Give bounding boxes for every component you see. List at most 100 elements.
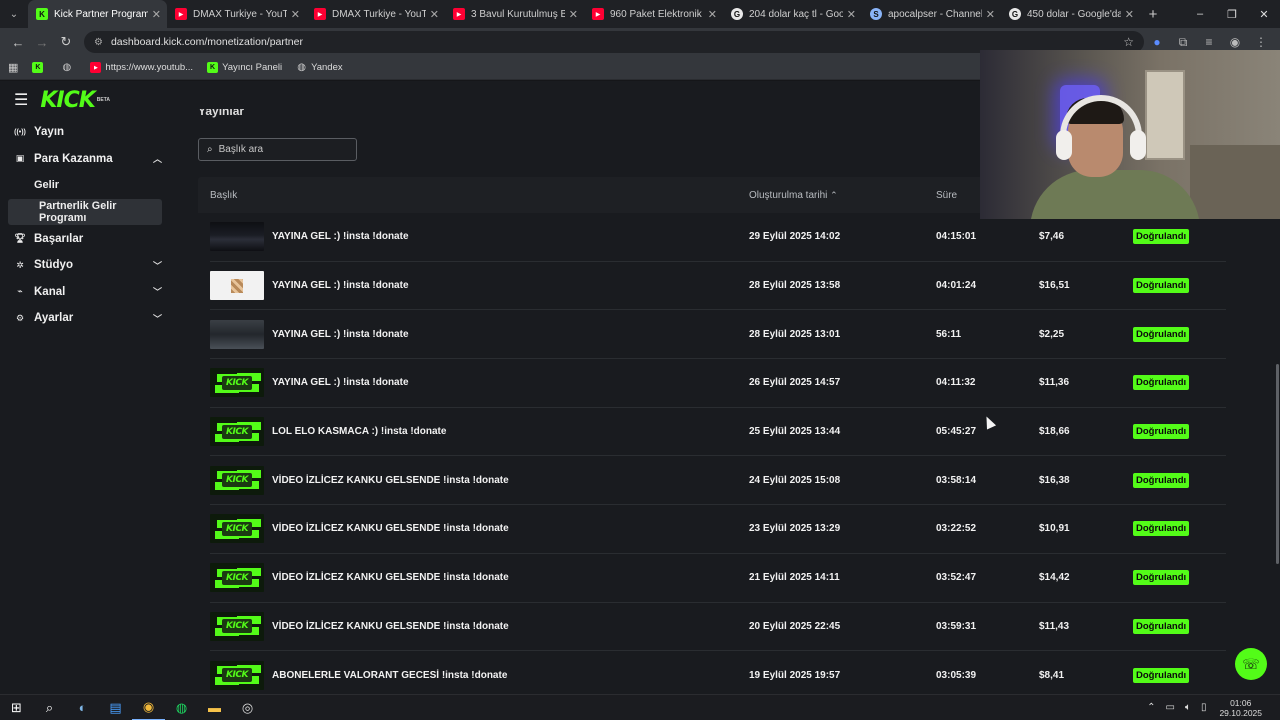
reload-icon[interactable]: ↻ bbox=[54, 30, 78, 54]
tab-close-icon[interactable]: ✕ bbox=[430, 8, 439, 21]
stream-thumbnail[interactable]: KICK bbox=[210, 660, 264, 690]
table-row[interactable]: KICK VİDEO İZLİCEZ KANKU GELSENDE !insta … bbox=[210, 505, 1226, 554]
stream-title[interactable]: YAYINA GEL :) !insta !donate bbox=[272, 280, 409, 291]
bookmark-star-icon[interactable]: ☆ bbox=[1123, 35, 1134, 49]
tab-close-icon[interactable]: ✕ bbox=[708, 8, 717, 21]
stream-thumbnail[interactable] bbox=[210, 222, 264, 252]
close-window-icon[interactable]: ✕ bbox=[1248, 0, 1280, 28]
table-row[interactable]: KICK LOL ELO KASMACA :) !insta !donate 25 … bbox=[210, 408, 1226, 457]
chrome-icon[interactable]: ◉ bbox=[132, 695, 165, 720]
stream-thumbnail[interactable]: KICK bbox=[210, 465, 264, 495]
chevron-down-icon[interactable]: ﹀ bbox=[153, 312, 162, 325]
apps-grid-icon[interactable]: ▦ bbox=[8, 61, 18, 74]
sidebar-item[interactable]: 🏆︎ Başarılar bbox=[0, 225, 190, 252]
browser-tab[interactable]: G 204 dolar kaç tl - Google ✕ bbox=[723, 0, 862, 28]
spotify-icon[interactable]: ◍ bbox=[165, 695, 198, 720]
table-row[interactable]: KICK VİDEO İZLİCEZ KANKU GELSENDE !insta … bbox=[210, 456, 1226, 506]
stream-thumbnail[interactable] bbox=[210, 319, 264, 349]
bookmark-item[interactable]: ◍ bbox=[61, 62, 76, 73]
browser-tab-bar: ⌄ K Kick Partner Program - Ki ✕ ▶ DMAX Turki… bbox=[0, 0, 1280, 28]
bookmark-item[interactable]: ▶ https://www.youtub... bbox=[90, 62, 193, 73]
stream-duration: 04:11:32 bbox=[936, 377, 976, 389]
battery-icon[interactable]: ▯ bbox=[1201, 702, 1207, 713]
stream-title[interactable]: VİDEO İZLİCEZ KANKU GELSENDE !insta !don… bbox=[272, 621, 509, 632]
browser-tab[interactable]: Sapocalpser - Channel Stre ✕ bbox=[862, 0, 1001, 28]
back-icon[interactable]: ← bbox=[6, 30, 30, 54]
obs-icon[interactable]: ◎ bbox=[231, 695, 264, 720]
table-row[interactable]: YAYINA GEL :) !insta !donate 28 Eylül 202… bbox=[210, 310, 1226, 360]
tab-close-icon[interactable]: ✕ bbox=[986, 8, 995, 21]
stream-title[interactable]: VİDEO İZLİCEZ KANKU GELSENDE !insta !don… bbox=[272, 475, 509, 486]
sidebar-item[interactable]: ⚙ Ayarlar ﹀ bbox=[0, 305, 190, 332]
table-row[interactable]: KICK YAYINA GEL :) !insta !donate 26 Eylül… bbox=[210, 359, 1226, 408]
stream-thumbnail[interactable]: KICK bbox=[210, 563, 264, 593]
browser-tab[interactable]: ▶ DMAX Turkiye - YouTube ✕ bbox=[306, 0, 445, 28]
clock[interactable]: 01:06 29.10.2025 bbox=[1219, 698, 1262, 718]
new-tab-button[interactable]: + bbox=[1140, 0, 1166, 28]
scrollbar-thumb[interactable] bbox=[1276, 364, 1279, 564]
stream-title[interactable]: ABONELERLE VALORANT GECESİ !insta !donat… bbox=[272, 670, 507, 681]
bookmark-item[interactable]: K bbox=[32, 62, 47, 73]
windows-start-icon[interactable]: ⊞ bbox=[0, 695, 33, 720]
sidebar-subitem[interactable]: Gelir bbox=[0, 172, 190, 199]
table-row[interactable]: KICK VİDEO İZLİCEZ KANKU GELSENDE !insta … bbox=[210, 554, 1226, 603]
kick-logo[interactable]: KICK bbox=[40, 88, 95, 113]
browser-tab[interactable]: ▶ 3 Bavul Kurutulmuş Balık ✕ bbox=[445, 0, 584, 28]
tab-search-chevron-icon[interactable]: ⌄ bbox=[0, 0, 28, 28]
hamburger-menu-icon[interactable]: ☰ bbox=[14, 90, 28, 110]
stream-earning: $7,46 bbox=[1039, 231, 1065, 243]
column-duration-header[interactable]: Süre bbox=[936, 190, 957, 201]
browser-tab[interactable]: ▶ 960 Paket Elektronik Sigar ✕ bbox=[584, 0, 723, 28]
column-title-header[interactable]: Başlık bbox=[210, 190, 237, 201]
stream-thumbnail[interactable] bbox=[210, 271, 264, 301]
stream-title[interactable]: VİDEO İZLİCEZ KANKU GELSENDE !insta !don… bbox=[272, 572, 509, 583]
bookmark-item[interactable]: K Yayıncı Paneli bbox=[207, 62, 282, 73]
stream-title[interactable]: YAYINA GEL :) !insta !donate bbox=[272, 329, 409, 340]
support-chat-icon[interactable]: ☏ bbox=[1235, 648, 1267, 680]
title-search-box[interactable]: ⌕ bbox=[198, 138, 357, 161]
tab-close-icon[interactable]: ✕ bbox=[847, 8, 856, 21]
table-row[interactable]: YAYINA GEL :) !insta !donate 29 Eylül 202… bbox=[210, 213, 1226, 262]
title-search-input[interactable] bbox=[218, 144, 339, 155]
stream-title[interactable]: YAYINA GEL :) !insta !donate bbox=[272, 377, 409, 388]
site-info-icon[interactable]: ⚙ bbox=[94, 37, 103, 48]
file-explorer-icon[interactable]: ▬ bbox=[198, 695, 231, 720]
tray-chevron-icon[interactable]: ⌃ bbox=[1147, 702, 1155, 713]
stream-thumbnail[interactable]: KICK bbox=[210, 417, 264, 447]
sidebar-subitem[interactable]: Partnerlik Gelir Programı bbox=[8, 198, 162, 226]
stream-thumbnail[interactable]: KICK bbox=[210, 611, 264, 641]
browser-tab[interactable]: K Kick Partner Program - Ki ✕ bbox=[28, 0, 167, 28]
restore-icon[interactable]: ❐ bbox=[1216, 0, 1248, 28]
chevron-down-icon[interactable]: ﹀ bbox=[153, 259, 162, 272]
table-row[interactable]: YAYINA GEL :) !insta !donate 28 Eylül 202… bbox=[210, 262, 1226, 311]
stream-thumbnail[interactable]: KICK bbox=[210, 514, 264, 544]
tab-close-icon[interactable]: ✕ bbox=[569, 8, 578, 21]
table-row[interactable]: KICK ABONELERLE VALORANT GECESİ !insta !d… bbox=[210, 651, 1226, 700]
chevron-down-icon[interactable]: ﹀ bbox=[153, 285, 162, 298]
volume-icon[interactable]: 🔈︎ bbox=[1185, 702, 1191, 713]
sidebar-item[interactable]: ✲ Stüdyo ﹀ bbox=[0, 252, 190, 279]
store-icon[interactable]: ▤ bbox=[99, 695, 132, 720]
sidebar-item[interactable]: ((•)) Yayın bbox=[0, 119, 190, 146]
search-icon[interactable]: ⌕ bbox=[33, 695, 66, 720]
forward-icon[interactable]: → bbox=[30, 30, 54, 54]
bookmark-item[interactable]: ◍ Yandex bbox=[296, 62, 342, 73]
stream-title[interactable]: YAYINA GEL :) !insta !donate bbox=[272, 231, 409, 242]
gear-icon: ⚙ bbox=[15, 312, 25, 323]
sidebar-item[interactable]: ⌁ Kanal ﹀ bbox=[0, 279, 190, 306]
stream-title[interactable]: LOL ELO KASMACA :) !insta !donate bbox=[272, 426, 446, 437]
chevron-up-icon[interactable]: ︿ bbox=[153, 152, 162, 165]
browser-tab[interactable]: G 450 dolar - Google'da Ara ✕ bbox=[1001, 0, 1140, 28]
stream-title[interactable]: VİDEO İZLİCEZ KANKU GELSENDE !insta !don… bbox=[272, 523, 509, 534]
sidebar-item[interactable]: ▣ Para Kazanma ︿ bbox=[0, 146, 190, 173]
table-row[interactable]: KICK VİDEO İZLİCEZ KANKU GELSENDE !insta … bbox=[210, 603, 1226, 652]
column-created-header[interactable]: Oluşturulma tarihi ⌃ bbox=[749, 190, 838, 201]
tab-close-icon[interactable]: ✕ bbox=[291, 8, 300, 21]
tab-close-icon[interactable]: ✕ bbox=[1125, 8, 1134, 21]
network-icon[interactable]: ▭ bbox=[1165, 702, 1174, 713]
minimize-icon[interactable]: – bbox=[1184, 0, 1216, 28]
stream-thumbnail[interactable]: KICK bbox=[210, 368, 264, 398]
steam-icon[interactable]: ◐ bbox=[66, 695, 99, 720]
browser-tab[interactable]: ▶ DMAX Turkiye - YouTube ✕ bbox=[167, 0, 306, 28]
tab-close-icon[interactable]: ✕ bbox=[152, 8, 161, 21]
